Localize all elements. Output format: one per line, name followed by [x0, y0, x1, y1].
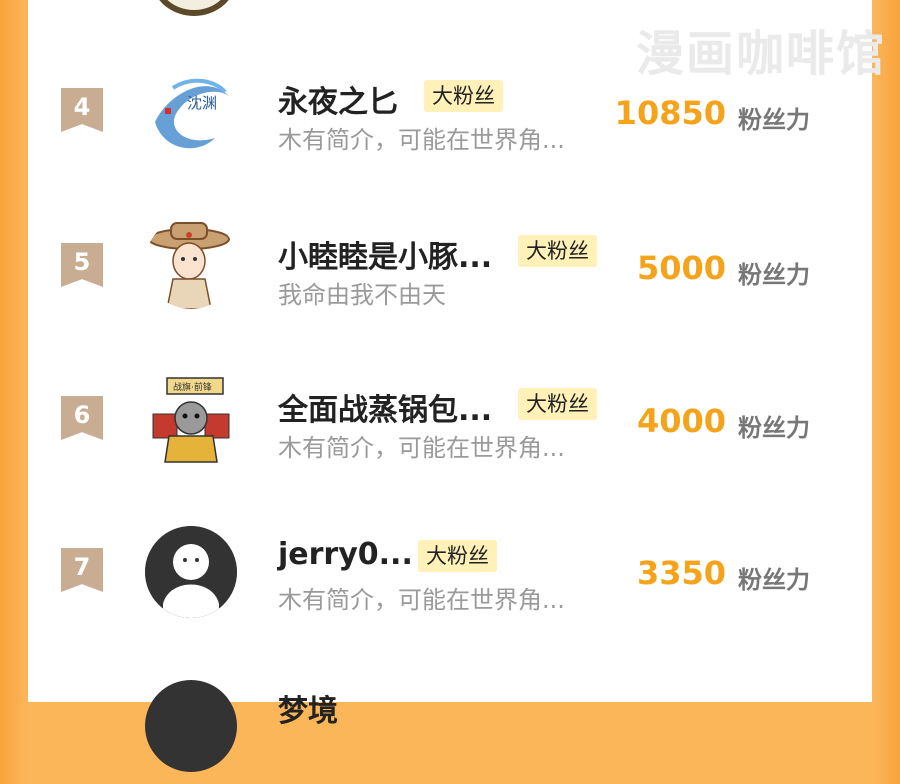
username[interactable]: 小睦睦是小豚...	[278, 232, 492, 276]
svg-text:沈渊: 沈渊	[187, 94, 217, 112]
svg-text:战旗·前锋: 战旗·前锋	[173, 381, 212, 393]
fan-badge: 大粉丝	[418, 540, 497, 572]
ranking-row-5[interactable]: 5 小睦睦是小豚... 大粉丝 我命由我不由天 5000 粉丝力	[0, 205, 900, 325]
fan-score-unit: 粉丝力	[738, 106, 810, 134]
ranking-row-6[interactable]: 6 战旗·前锋 全面战蒸锅包... 大粉丝 木有简介，可能在世界角... 400…	[0, 358, 900, 478]
rank-tag: 4	[61, 88, 103, 132]
fan-badge: 大粉丝	[518, 235, 597, 267]
fan-score-unit: 粉丝力	[738, 261, 810, 289]
fan-score: 4000	[636, 402, 726, 440]
fan-score-unit: 粉丝力	[738, 414, 810, 442]
avatar-icon[interactable]	[145, 217, 237, 309]
username[interactable]: 全面战蒸锅包...	[278, 385, 492, 429]
default-avatar-icon[interactable]	[145, 526, 237, 618]
fan-score: 10850	[614, 94, 726, 132]
avatar-icon[interactable]: 沈渊	[145, 66, 237, 158]
rank-tag: 7	[61, 548, 103, 592]
user-bio: 木有简介，可能在世界角...	[278, 434, 565, 462]
avatar-icon[interactable]: 战旗·前锋	[145, 374, 237, 466]
user-bio: 木有简介，可能在世界角...	[278, 126, 565, 154]
username[interactable]: jerry0...	[278, 537, 413, 572]
fan-score-unit: 粉丝力	[738, 566, 810, 594]
username[interactable]: 梦境	[278, 686, 338, 730]
user-bio: 我命由我不由天	[278, 281, 446, 309]
fan-score: 3350	[636, 554, 726, 592]
fan-score: 5000	[636, 249, 726, 287]
fan-badge: 大粉丝	[518, 388, 597, 420]
ranking-row-7[interactable]: 7 jerry0... 大粉丝 木有简介，可能在世界角... 3350 粉丝力	[0, 510, 900, 630]
rank-tag: 5	[61, 243, 103, 287]
username[interactable]: 永夜之匕	[278, 77, 398, 121]
ranking-row-8[interactable]: 梦境	[0, 664, 900, 784]
fan-badge: 大粉丝	[424, 80, 503, 112]
ranking-row-4[interactable]: 4 沈渊 永夜之匕 大粉丝 木有简介，可能在世界角... 10850 粉丝力	[0, 50, 900, 170]
rank-tag: 6	[61, 396, 103, 440]
user-bio: 木有简介，可能在世界角...	[278, 586, 565, 614]
default-avatar-icon[interactable]	[145, 680, 237, 772]
